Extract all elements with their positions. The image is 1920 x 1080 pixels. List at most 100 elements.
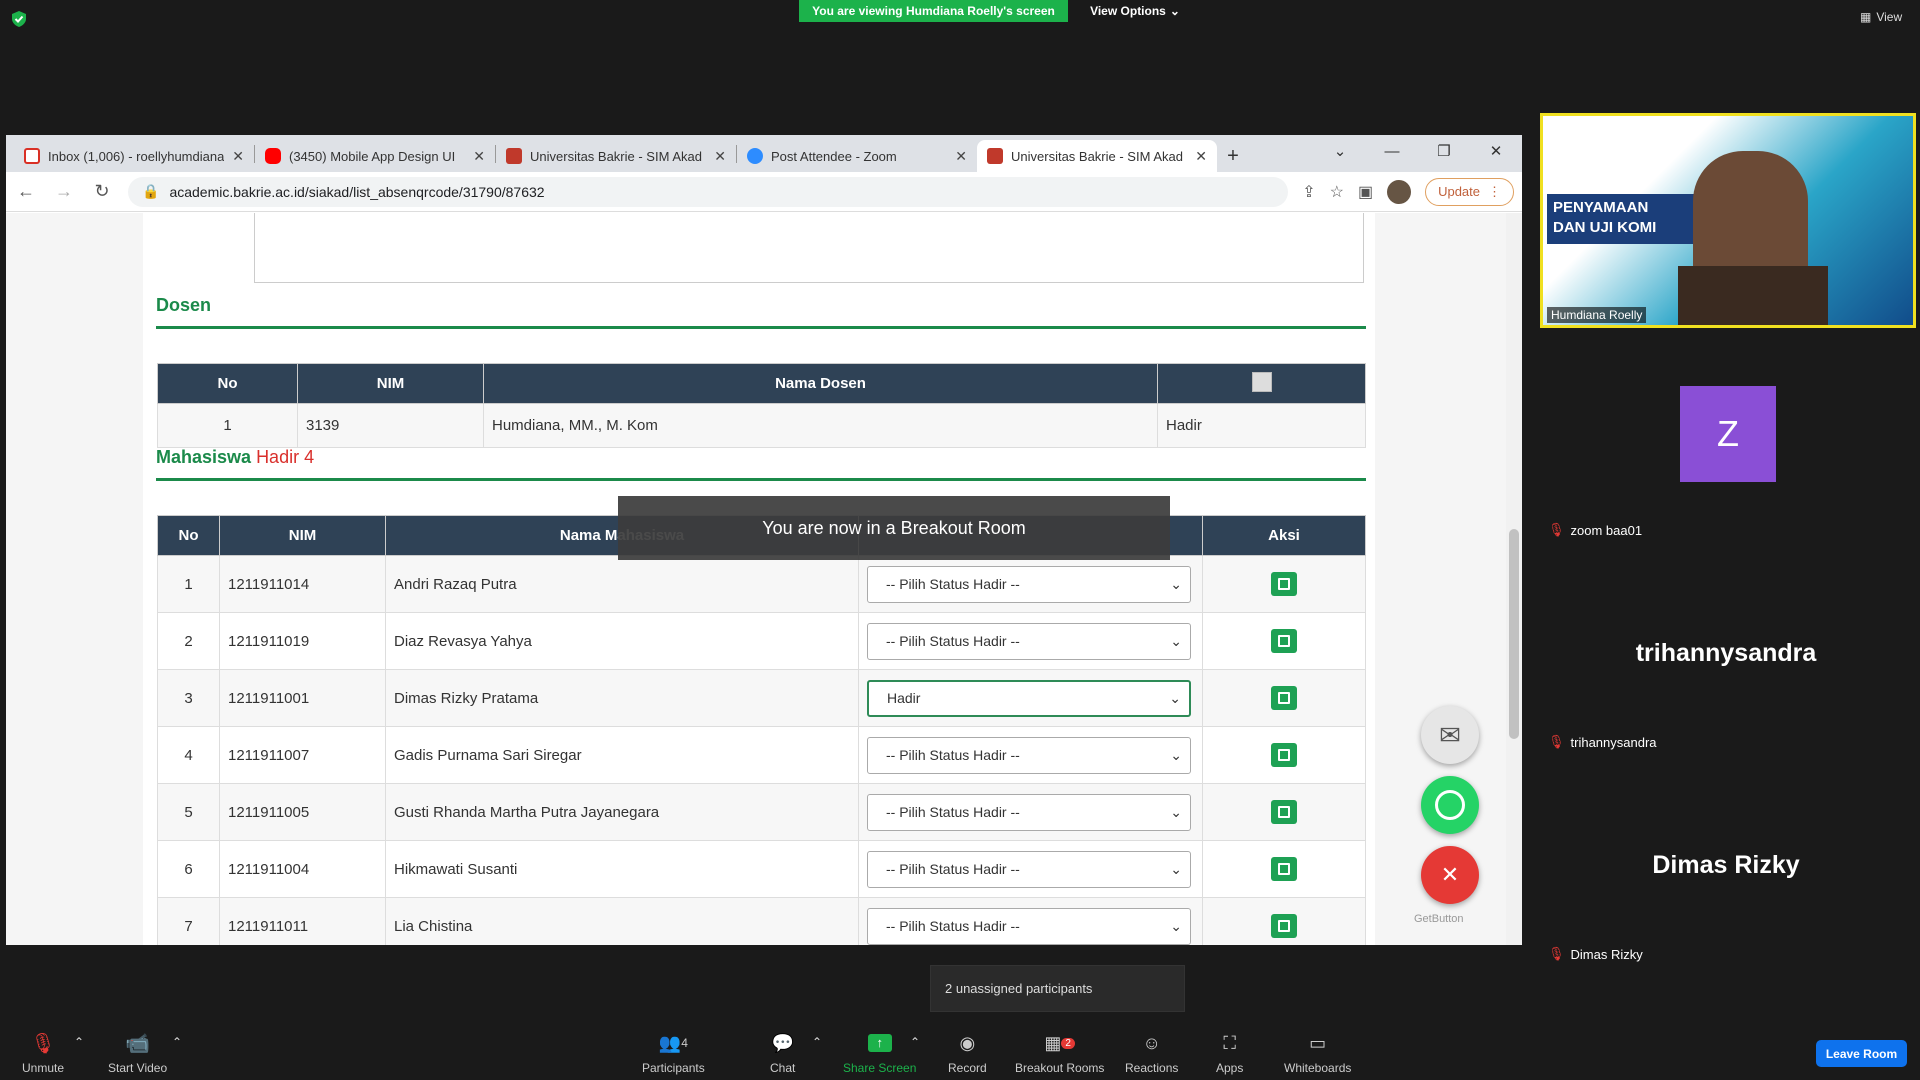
status-select-value: -- Pilih Status Hadir -- — [886, 576, 1020, 592]
close-float-button[interactable]: ✕ — [1421, 846, 1479, 904]
browser-tab-bakrie[interactable]: Universitas Bakrie - SIM Akad ✕ — [496, 140, 736, 172]
page-scrollbar[interactable] — [1506, 213, 1522, 945]
status-select[interactable]: -- Pilih Status Hadir -- ⌄ — [867, 907, 1191, 945]
cell-no: 1 — [157, 403, 298, 448]
save-button[interactable] — [1271, 686, 1297, 710]
close-icon[interactable]: ✕ — [473, 148, 485, 165]
whatsapp-icon — [1435, 790, 1465, 820]
youtube-icon — [265, 148, 281, 164]
status-select[interactable]: -- Pilih Status Hadir -- ⌄ — [867, 565, 1191, 603]
record-icon: ◉ — [959, 1032, 976, 1053]
participants-label: Participants — [642, 1061, 705, 1075]
reactions-button[interactable]: ☺ Reactions — [1125, 1031, 1178, 1076]
profile-avatar[interactable] — [1387, 179, 1412, 204]
slide-title-2: DAN UJI KOMI — [1553, 219, 1657, 236]
shared-browser-window: Inbox (1,006) - roellyhumdiana ✕ (3450) … — [6, 135, 1522, 945]
cell-nim: 1211911007 — [219, 726, 386, 784]
save-button[interactable] — [1271, 743, 1297, 767]
new-tab-button[interactable]: + — [1217, 140, 1249, 172]
share-icon[interactable]: ⇪ — [1302, 182, 1315, 202]
save-button[interactable] — [1271, 629, 1297, 653]
chevron-down-icon: ⌄ — [1170, 803, 1182, 820]
zoom-toolbar: 🎙 Unmute ⌃ 📹 Start Video ⌃ 👥 4 Participa… — [0, 1013, 1920, 1080]
tab-title: Universitas Bakrie - SIM Akad — [1011, 148, 1183, 164]
web-page: Dosen No NIM Nama Dosen 1 3139 Humdiana,… — [6, 213, 1522, 945]
restore-icon[interactable]: ❐ — [1418, 142, 1470, 160]
view-layout-button[interactable]: ▦ View — [1860, 10, 1902, 24]
cell-no: 4 — [157, 726, 220, 784]
participants-button[interactable]: 👥 4 Participants — [642, 1031, 705, 1076]
participant-video-tile-presenter[interactable]: PENYAMAAN DAN UJI KOMI Humdiana Roelly — [1540, 113, 1916, 328]
chat-button[interactable]: 💬 Chat — [770, 1031, 796, 1076]
close-icon[interactable]: ✕ — [955, 148, 967, 165]
record-button[interactable]: ◉ Record — [948, 1031, 987, 1076]
select-all-checkbox[interactable] — [1251, 371, 1272, 392]
close-icon[interactable]: ✕ — [1195, 148, 1207, 165]
status-select[interactable]: -- Pilih Status Hadir -- ⌄ — [867, 793, 1191, 831]
breakout-room-toast: You are now in a Breakout Room — [618, 496, 1170, 560]
col-select-all — [1157, 363, 1366, 404]
participant-tile[interactable]: Dimas Rizky 🎙 Dimas Rizky — [1540, 760, 1912, 970]
status-select[interactable]: -- Pilih Status Hadir -- ⌄ — [867, 736, 1191, 774]
browser-tab-youtube[interactable]: (3450) Mobile App Design UI ✕ — [255, 140, 495, 172]
slide-banner: PENYAMAAN DAN UJI KOMI — [1547, 194, 1697, 244]
viewing-screen-banner: You are viewing Humdiana Roelly's screen — [799, 0, 1068, 22]
reload-icon[interactable]: ↻ — [90, 181, 114, 202]
participant-tile[interactable]: Z 🎙 zoom baa01 — [1540, 336, 1912, 546]
bookmark-star-icon[interactable]: ☆ — [1330, 182, 1344, 202]
scroll-thumb[interactable] — [1509, 529, 1519, 739]
chat-label: Chat — [770, 1061, 796, 1075]
forward-icon[interactable]: → — [52, 181, 76, 202]
save-button[interactable] — [1271, 800, 1297, 824]
mahasiswa-title: Mahasiswa Hadir 4 — [156, 447, 314, 468]
chevron-up-icon[interactable]: ⌃ — [910, 1035, 920, 1049]
chevron-up-icon[interactable]: ⌃ — [812, 1035, 822, 1049]
avatar-initial: Z — [1717, 413, 1739, 454]
breakout-rooms-button[interactable]: ▦ 2 Breakout Rooms — [1015, 1031, 1105, 1076]
close-window-icon[interactable]: ✕ — [1470, 142, 1522, 160]
save-button[interactable] — [1271, 572, 1297, 596]
close-icon[interactable]: ✕ — [232, 148, 244, 165]
apps-button[interactable]: ⛶ Apps — [1216, 1031, 1244, 1076]
chevron-up-icon[interactable]: ⌃ — [172, 1035, 182, 1049]
tab-search-icon[interactable]: ⌄ — [1314, 142, 1366, 160]
save-button[interactable] — [1271, 914, 1297, 938]
view-options-button[interactable]: View Options ⌄ — [1080, 0, 1190, 22]
notes-textarea[interactable] — [254, 213, 1364, 283]
browser-tab-zoom[interactable]: Post Attendee - Zoom ✕ — [737, 140, 977, 172]
email-float-button[interactable]: ✉ — [1421, 706, 1479, 764]
url-text: academic.bakrie.ac.id/siakad/list_absenq… — [169, 183, 545, 200]
chevron-up-icon[interactable]: ⌃ — [74, 1035, 84, 1049]
security-shield-icon[interactable] — [10, 10, 28, 28]
record-label: Record — [948, 1061, 987, 1075]
apps-icon: ⛶ — [1223, 1032, 1236, 1053]
mic-muted-icon: 🎙 — [30, 1032, 56, 1055]
update-button[interactable]: Update ⋮ — [1425, 177, 1514, 206]
status-select[interactable]: -- Pilih Status Hadir -- ⌄ — [867, 850, 1191, 888]
url-field[interactable]: 🔒 academic.bakrie.ac.id/siakad/list_abse… — [128, 176, 1289, 207]
browser-tab-bakrie-active[interactable]: Universitas Bakrie - SIM Akad ✕ — [977, 140, 1217, 172]
share-screen-button[interactable]: ↑ Share Screen — [843, 1031, 916, 1075]
tab-title: (3450) Mobile App Design UI — [289, 148, 456, 164]
status-select[interactable]: Hadir ⌄ — [867, 679, 1191, 717]
start-video-button[interactable]: 📹 Start Video — [108, 1031, 167, 1076]
status-select[interactable]: -- Pilih Status Hadir -- ⌄ — [867, 622, 1191, 660]
more-menu-icon[interactable]: ⋮ — [1488, 184, 1501, 200]
minimize-icon[interactable]: — — [1366, 143, 1418, 160]
status-select-value: Hadir — [887, 690, 921, 706]
whatsapp-float-button[interactable] — [1421, 776, 1479, 834]
side-panel-icon[interactable]: ▣ — [1358, 182, 1373, 202]
save-button[interactable] — [1271, 857, 1297, 881]
back-icon[interactable]: ← — [14, 181, 38, 202]
whiteboards-button[interactable]: ▭ Whiteboards — [1284, 1031, 1351, 1076]
leave-room-button[interactable]: Leave Room — [1816, 1040, 1907, 1067]
close-icon[interactable]: ✕ — [714, 148, 726, 165]
chevron-down-icon: ⌄ — [1170, 632, 1182, 649]
participant-tile[interactable]: trihannysandra 🎙 trihannysandra — [1540, 548, 1912, 758]
unmute-button[interactable]: 🎙 Unmute — [22, 1031, 64, 1076]
zoom-icon — [747, 148, 763, 164]
save-icon — [1278, 692, 1290, 704]
browser-tab-gmail[interactable]: Inbox (1,006) - roellyhumdiana ✕ — [14, 140, 254, 172]
apps-label: Apps — [1216, 1061, 1244, 1075]
breakout-rooms-label: Breakout Rooms — [1015, 1061, 1105, 1075]
